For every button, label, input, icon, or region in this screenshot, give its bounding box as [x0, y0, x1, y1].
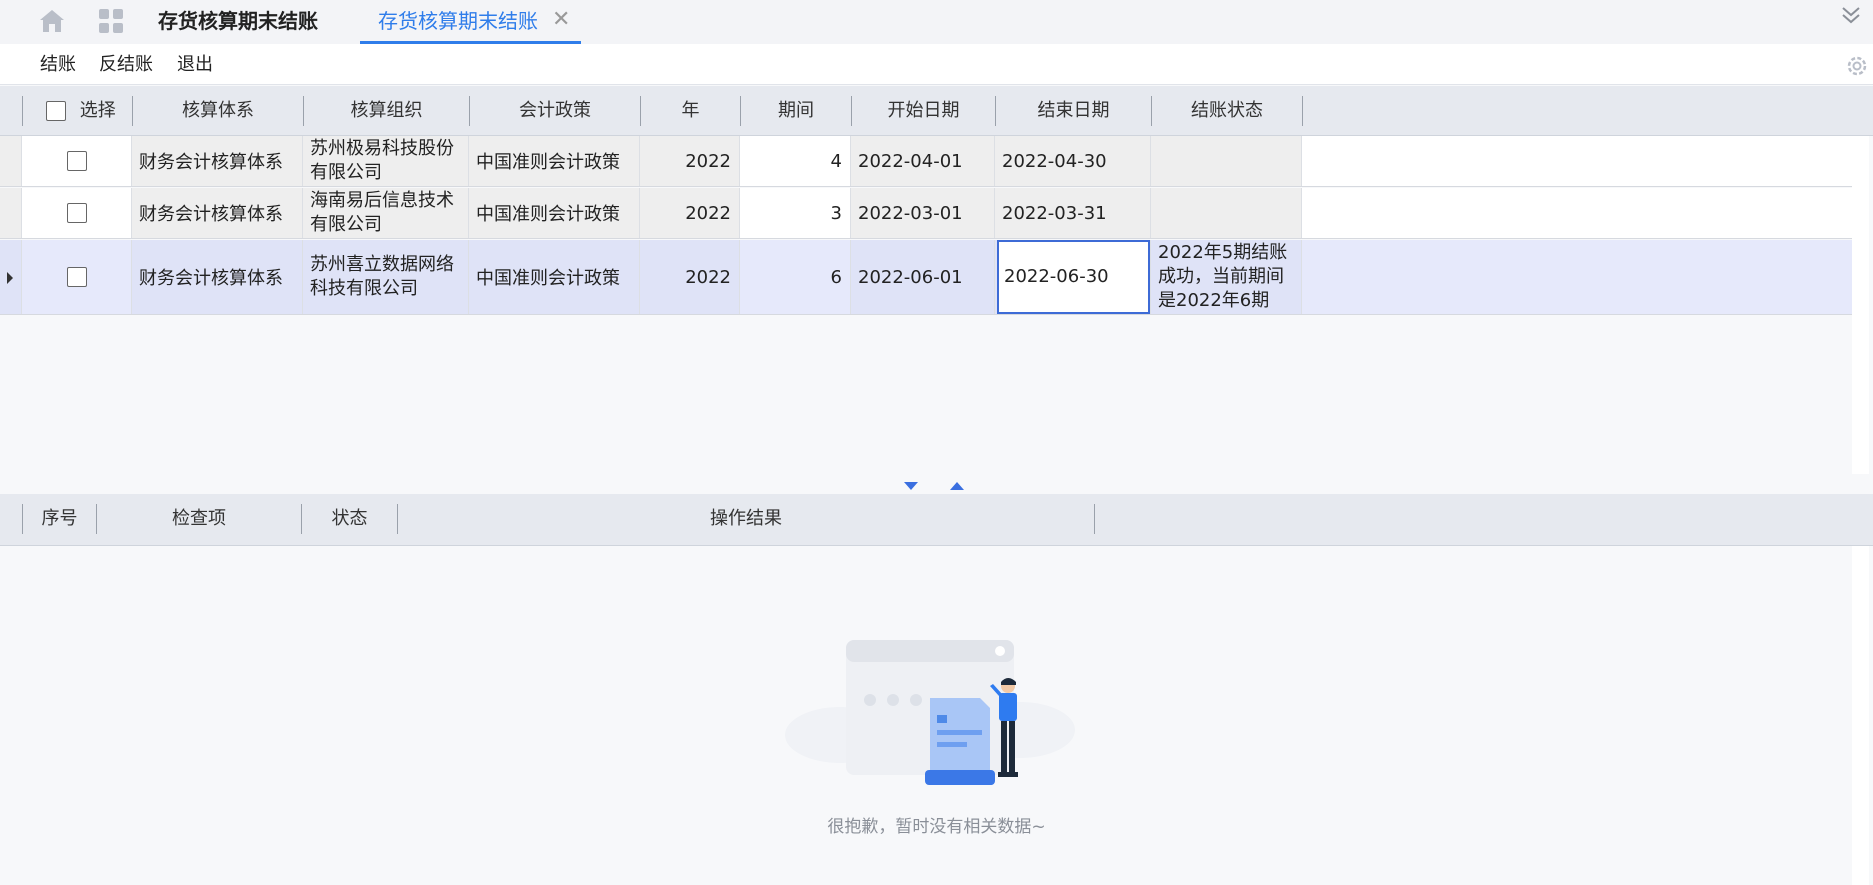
column-header-system[interactable]: 核算体系: [133, 86, 303, 136]
table-row[interactable]: 财务会计核算体系 海南易后信息技术有限公司 中国准则会计政策 2022 3 20…: [0, 188, 1852, 239]
end-date-editor[interactable]: 2022-06-30: [997, 240, 1150, 314]
table-row-selected[interactable]: 财务会计核算体系 苏州喜立数据网络科技有限公司 中国准则会计政策 2022 6 …: [0, 240, 1852, 315]
cell-status: 2022年5期结账成功，当前期间是2022年6期: [1151, 240, 1302, 314]
cell-policy: 中国准则会计政策: [469, 240, 640, 314]
cell-start-date: 2022-03-01: [851, 188, 995, 238]
column-header-end-date[interactable]: 结束日期: [996, 86, 1151, 136]
cell-end-date[interactable]: 2022-03-31: [995, 188, 1151, 238]
close-period-button[interactable]: 结账: [40, 44, 76, 85]
result-grid-header: 序号 检查项 状态 操作结果: [0, 494, 1873, 546]
column-header-result[interactable]: 操作结果: [398, 494, 1094, 544]
row-checkbox[interactable]: [66, 203, 87, 223]
toolbar: 结账 反结账 退出: [0, 44, 1873, 85]
exit-button[interactable]: 退出: [177, 44, 213, 85]
row-checkbox[interactable]: [66, 151, 87, 171]
column-header-status[interactable]: 结账状态: [1152, 86, 1302, 136]
grid-body: 财务会计核算体系 苏州极易科技股份有限公司 中国准则会计政策 2022 4 20…: [0, 136, 1852, 316]
column-header-org[interactable]: 核算组织: [304, 86, 469, 136]
cell-year: 2022: [640, 240, 740, 314]
cell-org: 苏州极易科技股份有限公司: [303, 136, 469, 186]
cell-org: 苏州喜立数据网络科技有限公司: [303, 240, 469, 314]
chevron-down-icon[interactable]: [1839, 4, 1863, 28]
collapse-up-icon[interactable]: [950, 482, 964, 490]
cell-year: 2022: [640, 136, 740, 186]
collapse-down-icon[interactable]: [904, 482, 918, 490]
current-row-indicator-icon: [7, 272, 13, 284]
column-header-check-item[interactable]: 检查项: [97, 494, 301, 544]
cell-status: [1151, 188, 1302, 238]
column-header-start-date[interactable]: 开始日期: [852, 86, 995, 136]
apps-icon[interactable]: [98, 8, 124, 34]
column-header-year[interactable]: 年: [641, 86, 740, 136]
column-header-index[interactable]: 序号: [23, 494, 96, 544]
cell-period[interactable]: 3: [740, 188, 851, 238]
home-icon[interactable]: [38, 8, 66, 34]
tab-bar: 存货核算期末结账 存货核算期末结账 ✕: [0, 0, 1873, 44]
column-header-policy[interactable]: 会计政策: [470, 86, 640, 136]
cell-policy: 中国准则会计政策: [469, 136, 640, 186]
empty-state-illustration: [785, 640, 1075, 785]
empty-state-text: 很抱歉，暂时没有相关数据~: [827, 817, 1046, 837]
tab-active[interactable]: 存货核算期末结账: [360, 0, 581, 44]
cell-system: 财务会计核算体系: [132, 136, 303, 186]
row-checkbox[interactable]: [66, 267, 87, 287]
column-header-period[interactable]: 期间: [741, 86, 851, 136]
reverse-close-button[interactable]: 反结账: [99, 44, 153, 85]
cell-start-date: 2022-04-01: [851, 136, 995, 186]
cell-org: 海南易后信息技术有限公司: [303, 188, 469, 238]
cell-start-date: 2022-06-01: [851, 240, 995, 314]
select-all-checkbox[interactable]: [46, 101, 66, 121]
close-icon[interactable]: ✕: [552, 0, 570, 44]
cell-policy: 中国准则会计政策: [469, 188, 640, 238]
cell-period[interactable]: 6: [740, 240, 851, 314]
table-row[interactable]: 财务会计核算体系 苏州极易科技股份有限公司 中国准则会计政策 2022 4 20…: [0, 136, 1852, 187]
grid-scrollbar[interactable]: [1852, 136, 1869, 474]
cell-system: 财务会计核算体系: [132, 188, 303, 238]
cell-status: [1151, 136, 1302, 186]
select-all-column[interactable]: 选择: [46, 86, 126, 136]
cell-end-date[interactable]: 2022-04-30: [995, 136, 1151, 186]
tab-home-page[interactable]: 存货核算期末结账: [158, 0, 318, 44]
column-header-select: 选择: [79, 100, 116, 121]
cell-system: 财务会计核算体系: [132, 240, 303, 314]
gear-icon[interactable]: [1845, 54, 1869, 78]
column-header-state[interactable]: 状态: [302, 494, 397, 544]
cell-year: 2022: [640, 188, 740, 238]
cell-period[interactable]: 4: [740, 136, 851, 186]
grid-header: 选择 核算体系 核算组织 会计政策 年 期间 开始日期 结束日期 结账状态: [0, 86, 1873, 136]
